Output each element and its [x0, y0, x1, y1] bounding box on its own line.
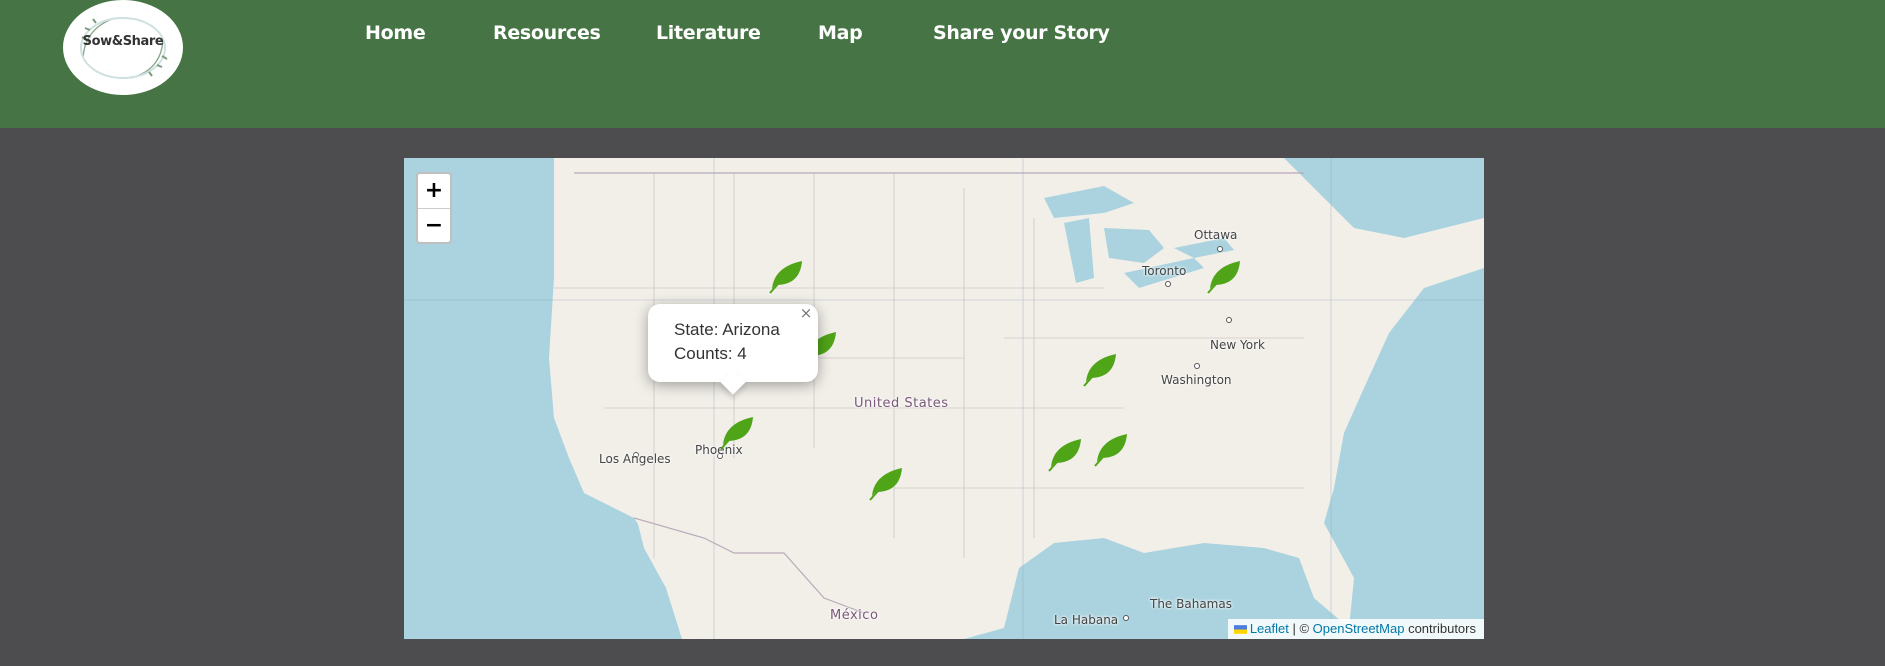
- nav-resources[interactable]: Resources: [493, 22, 601, 44]
- popup-close-button[interactable]: ×: [797, 304, 815, 322]
- zoom-out-button[interactable]: −: [418, 209, 450, 243]
- popup-state: State: Arizona: [674, 320, 780, 339]
- map-popup: × State: Arizona Counts: 4: [648, 304, 818, 395]
- label-united-states: United States: [854, 396, 949, 411]
- leaf-icon[interactable]: [766, 255, 806, 295]
- label-los-angeles: Los Angeles: [599, 452, 671, 466]
- attribution-tail: contributors: [1404, 621, 1476, 636]
- label-bahamas: The Bahamas: [1150, 597, 1232, 611]
- label-la-habana: La Habana: [1054, 613, 1119, 627]
- map[interactable]: Ottawa Toronto New York Washington Unite…: [404, 158, 1484, 639]
- leaf-icon[interactable]: [866, 462, 906, 502]
- land-area: [549, 158, 1484, 639]
- ukraine-flag-icon: [1233, 625, 1247, 634]
- leaf-icon[interactable]: [1045, 433, 1085, 473]
- label-washington: Washington: [1161, 373, 1232, 387]
- osm-link[interactable]: OpenStreetMap: [1313, 621, 1405, 636]
- leaf-icon[interactable]: [1204, 255, 1244, 295]
- label-ottawa: Ottawa: [1194, 228, 1238, 242]
- site-header: Sow&Share Home Resources Literature Map …: [0, 0, 1885, 128]
- leaf-icon[interactable]: [1080, 348, 1120, 388]
- attribution-separator: | ©: [1288, 621, 1313, 636]
- nav-share-your-story[interactable]: Share your Story: [933, 22, 1110, 44]
- popup-counts: Counts: 4: [674, 344, 747, 363]
- nav-literature[interactable]: Literature: [656, 22, 761, 44]
- label-mexico: México: [830, 608, 879, 623]
- logo[interactable]: Sow&Share: [63, 0, 183, 95]
- zoom-in-button[interactable]: +: [418, 174, 450, 209]
- leaflet-link[interactable]: Leaflet: [1250, 621, 1289, 636]
- map-attribution: Leaflet | © OpenStreetMap contributors: [1227, 619, 1484, 639]
- nav-map[interactable]: Map: [818, 22, 863, 44]
- logo-text: Sow&Share: [82, 34, 164, 49]
- label-new-york: New York: [1210, 338, 1265, 352]
- leaf-icon[interactable]: [1091, 428, 1131, 468]
- label-toronto: Toronto: [1142, 264, 1187, 278]
- zoom-control: + −: [416, 172, 452, 244]
- nav-home[interactable]: Home: [365, 22, 426, 44]
- leaf-icon[interactable]: [717, 411, 757, 451]
